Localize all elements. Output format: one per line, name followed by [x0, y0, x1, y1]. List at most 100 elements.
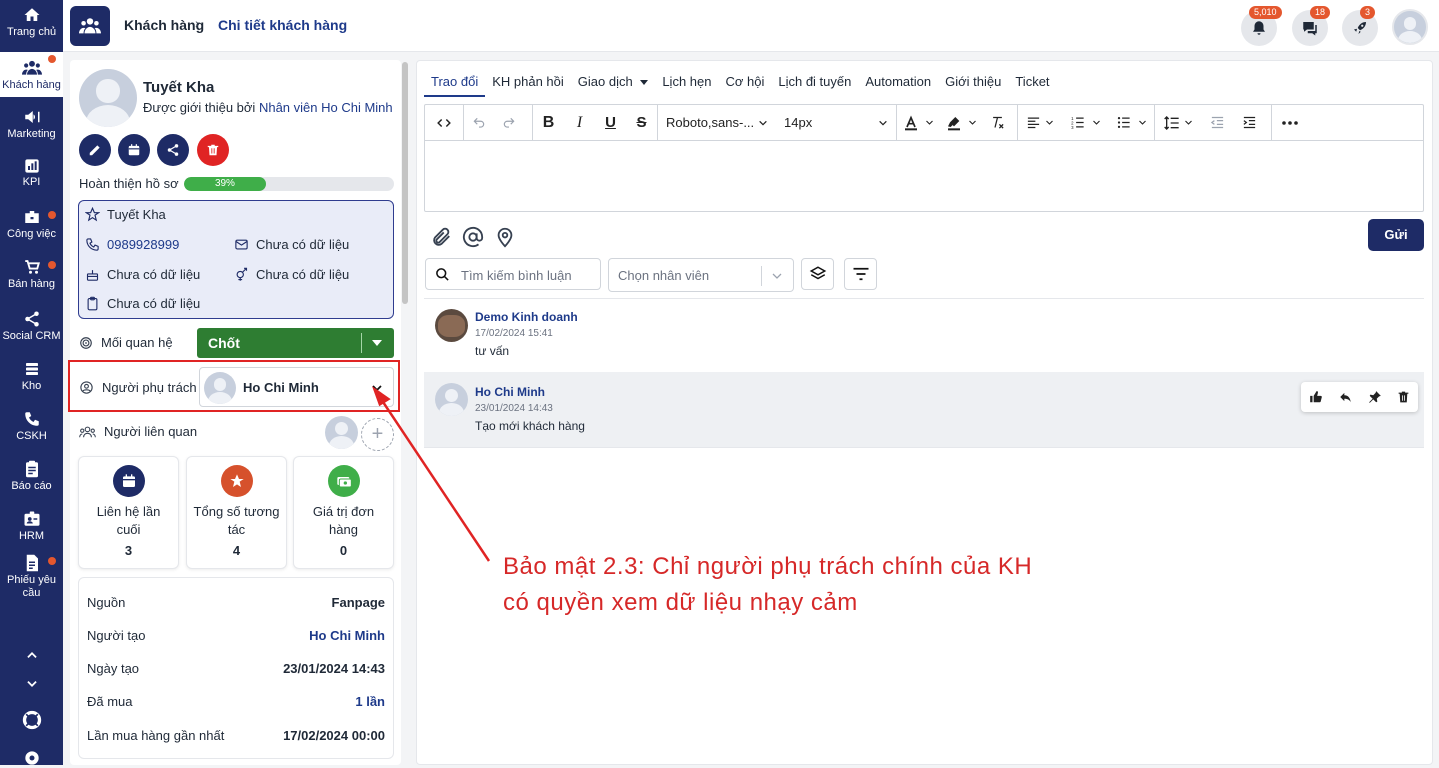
- info-phone-value[interactable]: 0989928999: [107, 237, 179, 252]
- detail-value: Fanpage: [331, 595, 385, 610]
- font-family-select[interactable]: Roboto,sans-...: [658, 105, 776, 141]
- sidebar-item-hrm[interactable]: HRM: [0, 510, 63, 544]
- sidebar-scroll-down[interactable]: [0, 677, 63, 697]
- numbered-list-button[interactable]: 123: [1062, 105, 1108, 141]
- add-related-button[interactable]: +: [361, 418, 394, 451]
- messages-button[interactable]: 18: [1292, 6, 1331, 46]
- detail-value-link[interactable]: 1 lần: [355, 694, 385, 709]
- owner-label: Người phụ trách: [102, 380, 197, 395]
- share-button[interactable]: [157, 134, 189, 166]
- delete-button[interactable]: [197, 134, 229, 166]
- indent-button[interactable]: [1233, 105, 1265, 141]
- tab-route-schedule[interactable]: Lịch đi tuyến: [771, 73, 858, 97]
- strikethrough-button[interactable]: S: [626, 105, 657, 141]
- trash-icon[interactable]: [1397, 390, 1410, 404]
- tab-appointments[interactable]: Lịch hẹn: [655, 73, 718, 97]
- comment-author[interactable]: Ho Chi Minh: [475, 385, 545, 399]
- info-phone[interactable]: 0989928999: [85, 237, 179, 252]
- bell-icon: [1253, 21, 1265, 35]
- staff-select[interactable]: Chọn nhân viên: [608, 258, 794, 292]
- mention-icon[interactable]: [462, 226, 484, 248]
- sidebar-item-sales[interactable]: Bán hàng: [0, 258, 63, 292]
- customers-icon: [21, 60, 42, 75]
- bold-button[interactable]: B: [533, 105, 564, 141]
- tab-ticket[interactable]: Ticket: [1008, 73, 1056, 97]
- sidebar-item-kpi[interactable]: KPI: [0, 158, 63, 192]
- sidebar-item-requests[interactable]: Phiếu yêu cầu: [0, 554, 63, 602]
- referral-text: Được giới thiệu bởi Nhân viên Ho Chi Min…: [143, 100, 393, 115]
- comment-search-input[interactable]: Tìm kiếm bình luận: [425, 258, 601, 290]
- sidebar-item-reports[interactable]: Báo cáo: [0, 460, 63, 494]
- sidebar-item-label: KPI: [22, 176, 41, 188]
- owner-select[interactable]: Ho Chi Minh: [199, 367, 394, 407]
- paperclip-icon[interactable]: [430, 226, 452, 248]
- highlight-color-button[interactable]: [939, 105, 983, 141]
- send-button[interactable]: Gửi: [1368, 219, 1424, 251]
- edit-button[interactable]: [79, 134, 111, 166]
- sidebar-support[interactable]: [0, 710, 63, 734]
- more-options-button[interactable]: [1272, 105, 1308, 141]
- sidebar-item-warehouse[interactable]: Kho: [0, 360, 63, 394]
- detail-value-link[interactable]: Ho Chi Minh: [309, 628, 385, 643]
- underline-button[interactable]: U: [595, 105, 626, 141]
- align-button[interactable]: [1018, 105, 1062, 141]
- relationship-select[interactable]: Chốt: [197, 328, 394, 358]
- bullet-list-button[interactable]: [1108, 105, 1154, 141]
- outdent-button[interactable]: [1201, 105, 1233, 141]
- sidebar-settings[interactable]: [0, 748, 63, 768]
- select-divider: [361, 333, 362, 353]
- redo-button[interactable]: [494, 105, 524, 141]
- warehouse-icon: [25, 363, 38, 375]
- annotation-line-2: có quyền xem dữ liệu nhạy cảm: [503, 589, 858, 616]
- source-code-button[interactable]: [425, 105, 463, 141]
- user-avatar[interactable]: [1392, 9, 1428, 45]
- clear-format-button[interactable]: [983, 105, 1011, 141]
- breadcrumb-customers[interactable]: Khách hàng: [124, 17, 204, 33]
- breadcrumb-separator: ›: [195, 15, 200, 31]
- layers-button[interactable]: [801, 258, 834, 290]
- caret-down-icon[interactable]: [372, 340, 382, 346]
- sidebar-item-cskh[interactable]: CSKH: [0, 410, 63, 444]
- info-gender: Chưa có dữ liệu: [234, 267, 349, 282]
- profile-scrollbar-thumb[interactable]: [402, 62, 408, 304]
- more-horizontal-icon: [1282, 120, 1298, 125]
- font-size-select[interactable]: 14px: [776, 105, 896, 141]
- sidebar-item-home[interactable]: Trang chủ: [0, 6, 63, 46]
- tab-transactions[interactable]: Giao dịch: [571, 73, 656, 97]
- editor-content-area[interactable]: [425, 142, 1423, 211]
- location-pin-icon[interactable]: [494, 226, 516, 248]
- like-icon[interactable]: [1309, 390, 1323, 404]
- chevron-down-icon: [759, 120, 767, 126]
- related-person-avatar[interactable]: [325, 416, 358, 449]
- module-logo[interactable]: [70, 6, 110, 46]
- text-color-button[interactable]: [897, 105, 939, 141]
- tab-opportunities[interactable]: Cơ hội: [718, 73, 771, 97]
- info-note: Chưa có dữ liệu: [85, 296, 200, 311]
- sidebar-item-customers[interactable]: Khách hàng: [0, 52, 63, 97]
- sidebar-item-marketing[interactable]: Marketing: [0, 108, 63, 142]
- sidebar-item-label: Phiếu yêu cầu: [7, 574, 56, 599]
- notifications-button[interactable]: 5,010: [1241, 6, 1282, 46]
- messages-badge: 18: [1310, 6, 1331, 19]
- tab-introduction[interactable]: Giới thiệu: [938, 73, 1008, 97]
- italic-button[interactable]: I: [564, 105, 595, 141]
- comment-author[interactable]: Demo Kinh doanh: [475, 310, 578, 324]
- rocket-button[interactable]: 3: [1342, 6, 1378, 46]
- tab-feedback[interactable]: KH phản hồi: [485, 73, 571, 97]
- editor-toolbar: B I U S Roboto,sans-... 14px 1 2 3: [425, 104, 1423, 141]
- info-birthday: Chưa có dữ liệu: [85, 267, 200, 282]
- tab-discussion[interactable]: Trao đổi: [424, 73, 486, 97]
- comment-item: Demo Kinh doanh 17/02/2024 15:41 tư vấn: [424, 299, 1424, 372]
- line-height-button[interactable]: [1155, 105, 1201, 141]
- sidebar-item-tasks[interactable]: Công việc: [0, 208, 63, 242]
- pin-icon[interactable]: [1368, 390, 1382, 404]
- sidebar-scroll-up[interactable]: [0, 648, 63, 668]
- tab-automation[interactable]: Automation: [858, 73, 938, 97]
- undo-button[interactable]: [464, 105, 494, 141]
- customer-name: Tuyết Kha: [143, 79, 215, 96]
- filter-button[interactable]: [844, 258, 877, 290]
- referral-link[interactable]: Nhân viên Ho Chi Minh: [259, 100, 393, 115]
- reply-icon[interactable]: [1338, 390, 1353, 404]
- schedule-button[interactable]: [118, 134, 150, 166]
- sidebar-item-social-crm[interactable]: Social CRM: [0, 310, 63, 344]
